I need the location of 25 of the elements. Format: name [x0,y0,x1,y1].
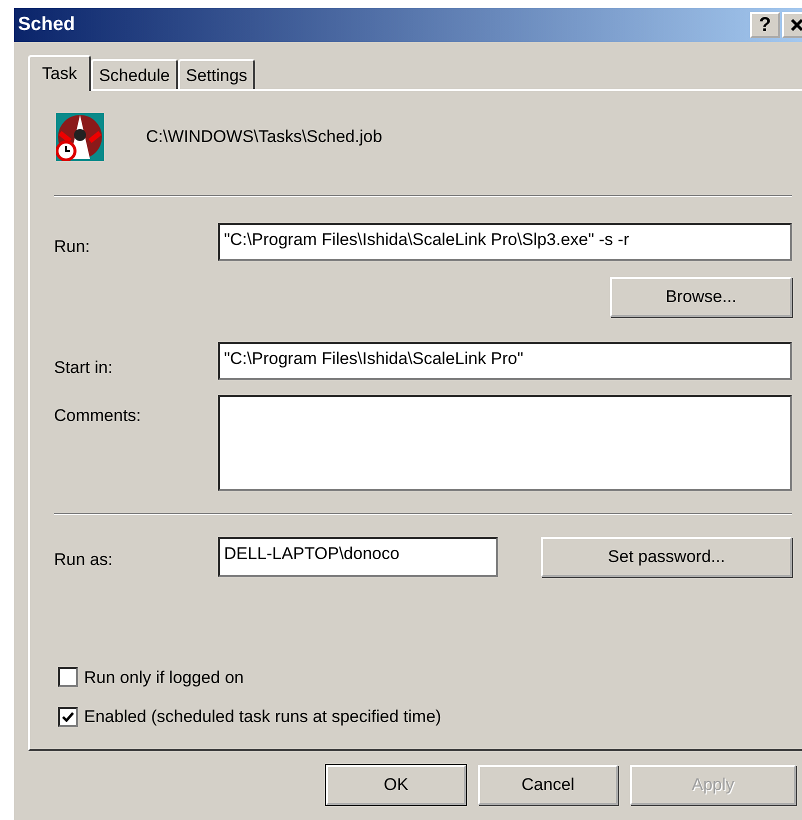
close-icon [790,18,802,32]
checkbox-label: Enabled (scheduled task runs at specified time) [84,706,442,728]
tab[interactable]: Settings [178,59,256,89]
tab[interactable]: Schedule [90,59,178,89]
dialog-button[interactable]: OK [326,765,466,805]
checkbox-label: Run only if logged on [84,666,244,688]
start-in-field[interactable]: "C:\Program Files\Ishida\ScaleLink Pro" [218,342,792,380]
file-path: C:\WINDOWS\Tasks\Sched.job [146,126,382,148]
run-label: Run: [54,236,91,258]
run-as-label: Run as: [54,548,114,571]
help-button[interactable]: ? [750,12,780,38]
set-password-button[interactable]: Set password... [541,536,792,576]
checkbox[interactable] [58,706,78,727]
comments-field[interactable] [218,394,792,490]
dialog-button[interactable]: Cancel [478,765,618,805]
run-as-field[interactable]: DELL-LAPTOP\donoco [218,536,498,576]
start-in-label: Start in: [54,357,114,379]
browse-button[interactable]: Browse... [610,277,792,317]
run-field[interactable]: "C:\Program Files\Ishida\ScaleLink Pro\Slp3.exe" -s -r [218,223,792,261]
comments-label: Comments: [54,404,142,426]
tab[interactable]: Task [28,55,91,91]
checkbox[interactable] [58,667,78,688]
task-icon [56,113,104,161]
window-title: Sched [18,12,76,37]
check-icon [62,712,74,722]
